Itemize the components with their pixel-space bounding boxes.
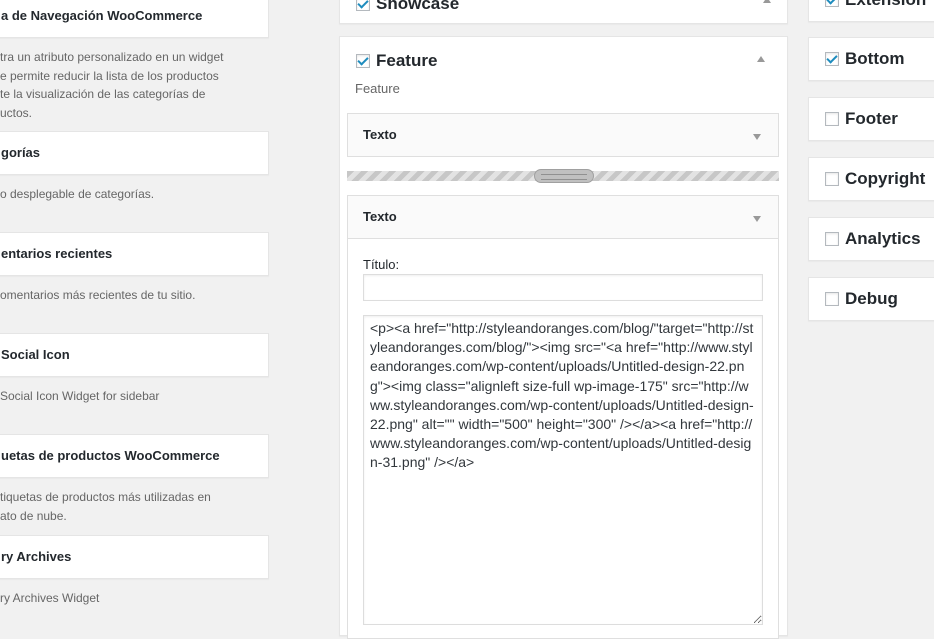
sidebar-copyright[interactable]: Copyright: [808, 157, 934, 201]
widget-title: gorías: [1, 145, 41, 160]
widget-text-open[interactable]: Texto: [347, 195, 779, 239]
sidebar-label: Copyright: [845, 169, 926, 188]
sidebar-bottom[interactable]: Bottom: [808, 37, 934, 81]
sidebar-label: Analytics: [845, 229, 921, 248]
widget-title: ry Archives: [1, 549, 72, 564]
widget-title: Texto: [363, 127, 397, 142]
sidebar-debug[interactable]: Debug: [808, 277, 934, 321]
widget-text-collapsed[interactable]: Texto: [347, 113, 779, 157]
widget-description: tra un atributo personalizado en un widg…: [0, 50, 224, 120]
collapse-arrow-icon[interactable]: [757, 56, 765, 62]
sidebar-showcase[interactable]: Showcase: [339, 0, 788, 24]
sidebar-checkbox[interactable]: [825, 292, 839, 306]
widget-title: a de Navegación WooCommerce: [1, 8, 203, 23]
drag-handle[interactable]: [534, 169, 594, 183]
widget-title: uetas de productos WooCommerce: [1, 448, 220, 463]
widget-description: omentarios más recientes de tu sitio.: [0, 288, 196, 302]
widget-description: tiquetas de productos más utilizadas en …: [0, 490, 211, 523]
content-textarea[interactable]: <p><a href="http://styleandoranges.com/b…: [363, 315, 763, 625]
sidebar-checkbox[interactable]: [825, 112, 839, 126]
widget-woocommerce-tag-cloud[interactable]: uetas de productos WooCommerce: [0, 434, 269, 478]
widget-title: entarios recientes: [1, 246, 113, 261]
sidebar-label: Debug: [845, 289, 898, 308]
widget-description: ry Archives Widget: [0, 591, 100, 605]
sidebar-checkbox[interactable]: [825, 52, 839, 66]
expand-arrow-icon[interactable]: [753, 134, 761, 140]
widget-description: Social Icon Widget for sidebar: [0, 389, 160, 403]
sidebar-checkbox[interactable]: [356, 0, 370, 11]
sidebar-title: Showcase: [356, 0, 459, 14]
sidebar-label: Bottom: [845, 49, 905, 68]
widget-categories[interactable]: gorías: [0, 131, 269, 175]
sidebar-extension[interactable]: Extension: [808, 0, 934, 22]
widget-woocommerce-layered-nav[interactable]: a de Navegación WooCommerce: [0, 0, 269, 38]
widget-description: o desplegable de categorías.: [0, 187, 155, 201]
sidebar-label: Footer: [845, 109, 898, 128]
sidebar-title: Feature: [356, 51, 437, 71]
title-input[interactable]: [363, 274, 763, 301]
sidebar-checkbox[interactable]: [825, 172, 839, 186]
collapse-arrow-icon[interactable]: [753, 216, 761, 222]
sidebar-description: Feature: [355, 81, 400, 96]
sidebar-footer[interactable]: Footer: [808, 97, 934, 141]
title-label: Título:: [363, 257, 400, 272]
sidebar-label: Extension: [845, 0, 926, 21]
widget-social-icon[interactable]: Social Icon: [0, 333, 269, 377]
widget-title: Texto: [363, 209, 397, 224]
sidebar-analytics[interactable]: Analytics: [808, 217, 934, 261]
sidebar-checkbox[interactable]: [356, 54, 370, 68]
sidebar-checkbox[interactable]: [825, 0, 839, 7]
collapse-arrow-icon[interactable]: [763, 0, 771, 3]
sidebar-checkbox[interactable]: [825, 232, 839, 246]
widget-recent-comments[interactable]: entarios recientes: [0, 232, 269, 276]
widget-title: Social Icon: [1, 347, 70, 362]
widget-archives[interactable]: ry Archives: [0, 535, 269, 579]
available-widgets-list: a de Navegación WooCommerce tra un atrib…: [0, 0, 300, 617]
